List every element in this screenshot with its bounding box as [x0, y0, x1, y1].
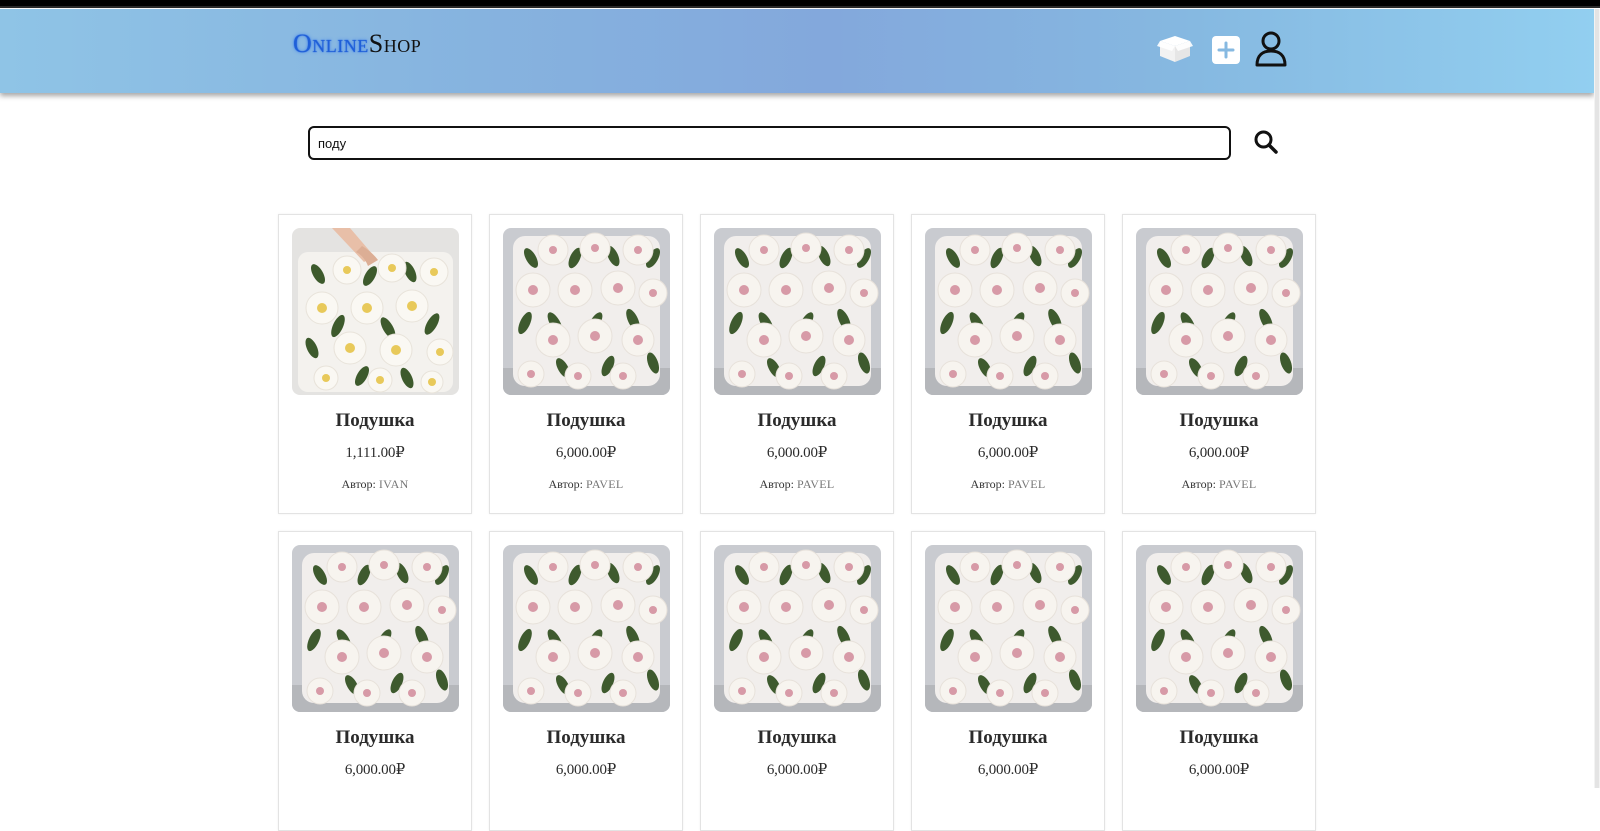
product-card[interactable]: Подушка 6,000.00₽	[489, 531, 683, 831]
search-icon[interactable]	[1253, 129, 1279, 160]
plus-icon[interactable]	[1212, 36, 1240, 69]
box-icon[interactable]	[1157, 35, 1193, 68]
product-title[interactable]: Подушка	[279, 410, 471, 432]
product-card[interactable]: Подушка 6,000.00₽	[1122, 531, 1316, 831]
product-author: Автор: PAVEL	[912, 477, 1104, 492]
product-title[interactable]: Подушка	[490, 727, 682, 749]
product-card[interactable]: Подушка 6,000.00₽ Автор: PAVEL	[911, 214, 1105, 514]
product-image[interactable]	[925, 228, 1092, 395]
scrollbar-thumb[interactable]	[1595, 9, 1599, 788]
product-image[interactable]	[292, 545, 459, 712]
site-header: OnlineShop	[0, 9, 1594, 93]
author-label: Автор:	[1181, 477, 1216, 491]
product-price: 1,111.00₽	[345, 445, 405, 461]
product-title[interactable]: Подушка	[279, 727, 471, 749]
product-price: 6,000.00₽	[977, 445, 1039, 461]
product-title[interactable]: Подушка	[912, 727, 1104, 749]
page-scrollbar[interactable]	[1594, 9, 1600, 788]
product-price: 6,000.00₽	[555, 445, 617, 461]
product-card[interactable]: Подушка 6,000.00₽ Автор: PAVEL	[489, 214, 683, 514]
product-price: 6,000.00₽	[1188, 762, 1250, 778]
product-card[interactable]: Подушка 6,000.00₽ Автор: PAVEL	[1122, 214, 1316, 514]
product-image[interactable]	[1136, 545, 1303, 712]
product-author: Автор: PAVEL	[1123, 477, 1315, 492]
author-name[interactable]: PAVEL	[1008, 477, 1046, 491]
product-card[interactable]: Подушка 6,000.00₽	[911, 531, 1105, 831]
logo-online: Online	[293, 29, 369, 58]
author-name[interactable]: PAVEL	[586, 477, 624, 491]
author-label: Автор:	[548, 477, 583, 491]
product-price: 6,000.00₽	[977, 762, 1039, 778]
author-name[interactable]: PAVEL	[797, 477, 835, 491]
product-image[interactable]	[1136, 228, 1303, 395]
product-title[interactable]: Подушка	[1123, 727, 1315, 749]
product-image[interactable]	[714, 228, 881, 395]
product-card[interactable]: Подушка 6,000.00₽ Автор: PAVEL	[700, 214, 894, 514]
logo-shop: Shop	[368, 29, 422, 58]
product-author: Автор: IVAN	[279, 477, 471, 492]
user-icon[interactable]	[1254, 31, 1288, 72]
product-title[interactable]: Подушка	[701, 410, 893, 432]
product-title[interactable]: Подушка	[912, 410, 1104, 432]
product-card[interactable]: Подушка 1,111.00₽ Автор: IVAN	[278, 214, 472, 514]
product-title[interactable]: Подушка	[1123, 410, 1315, 432]
product-author: Автор: PAVEL	[701, 477, 893, 492]
product-price: 6,000.00₽	[1188, 445, 1250, 461]
author-name[interactable]: IVAN	[379, 477, 409, 491]
author-label: Автор:	[759, 477, 794, 491]
product-image[interactable]	[503, 545, 670, 712]
browser-top-strip	[0, 0, 1600, 8]
product-image[interactable]	[503, 228, 670, 395]
product-image[interactable]	[714, 545, 881, 712]
author-label: Автор:	[970, 477, 1005, 491]
product-image[interactable]	[292, 228, 459, 395]
product-price: 6,000.00₽	[766, 445, 828, 461]
product-price: 6,000.00₽	[555, 762, 617, 778]
author-label: Автор:	[341, 477, 376, 491]
search-input[interactable]	[308, 126, 1231, 160]
product-card[interactable]: Подушка 6,000.00₽	[700, 531, 894, 831]
site-logo[interactable]: OnlineShop	[293, 29, 421, 59]
author-name[interactable]: PAVEL	[1219, 477, 1257, 491]
product-price: 6,000.00₽	[344, 762, 406, 778]
product-card[interactable]: Подушка 6,000.00₽	[278, 531, 472, 831]
product-price: 6,000.00₽	[766, 762, 828, 778]
product-image[interactable]	[925, 545, 1092, 712]
product-title[interactable]: Подушка	[701, 727, 893, 749]
product-author: Автор: PAVEL	[490, 477, 682, 492]
product-title[interactable]: Подушка	[490, 410, 682, 432]
